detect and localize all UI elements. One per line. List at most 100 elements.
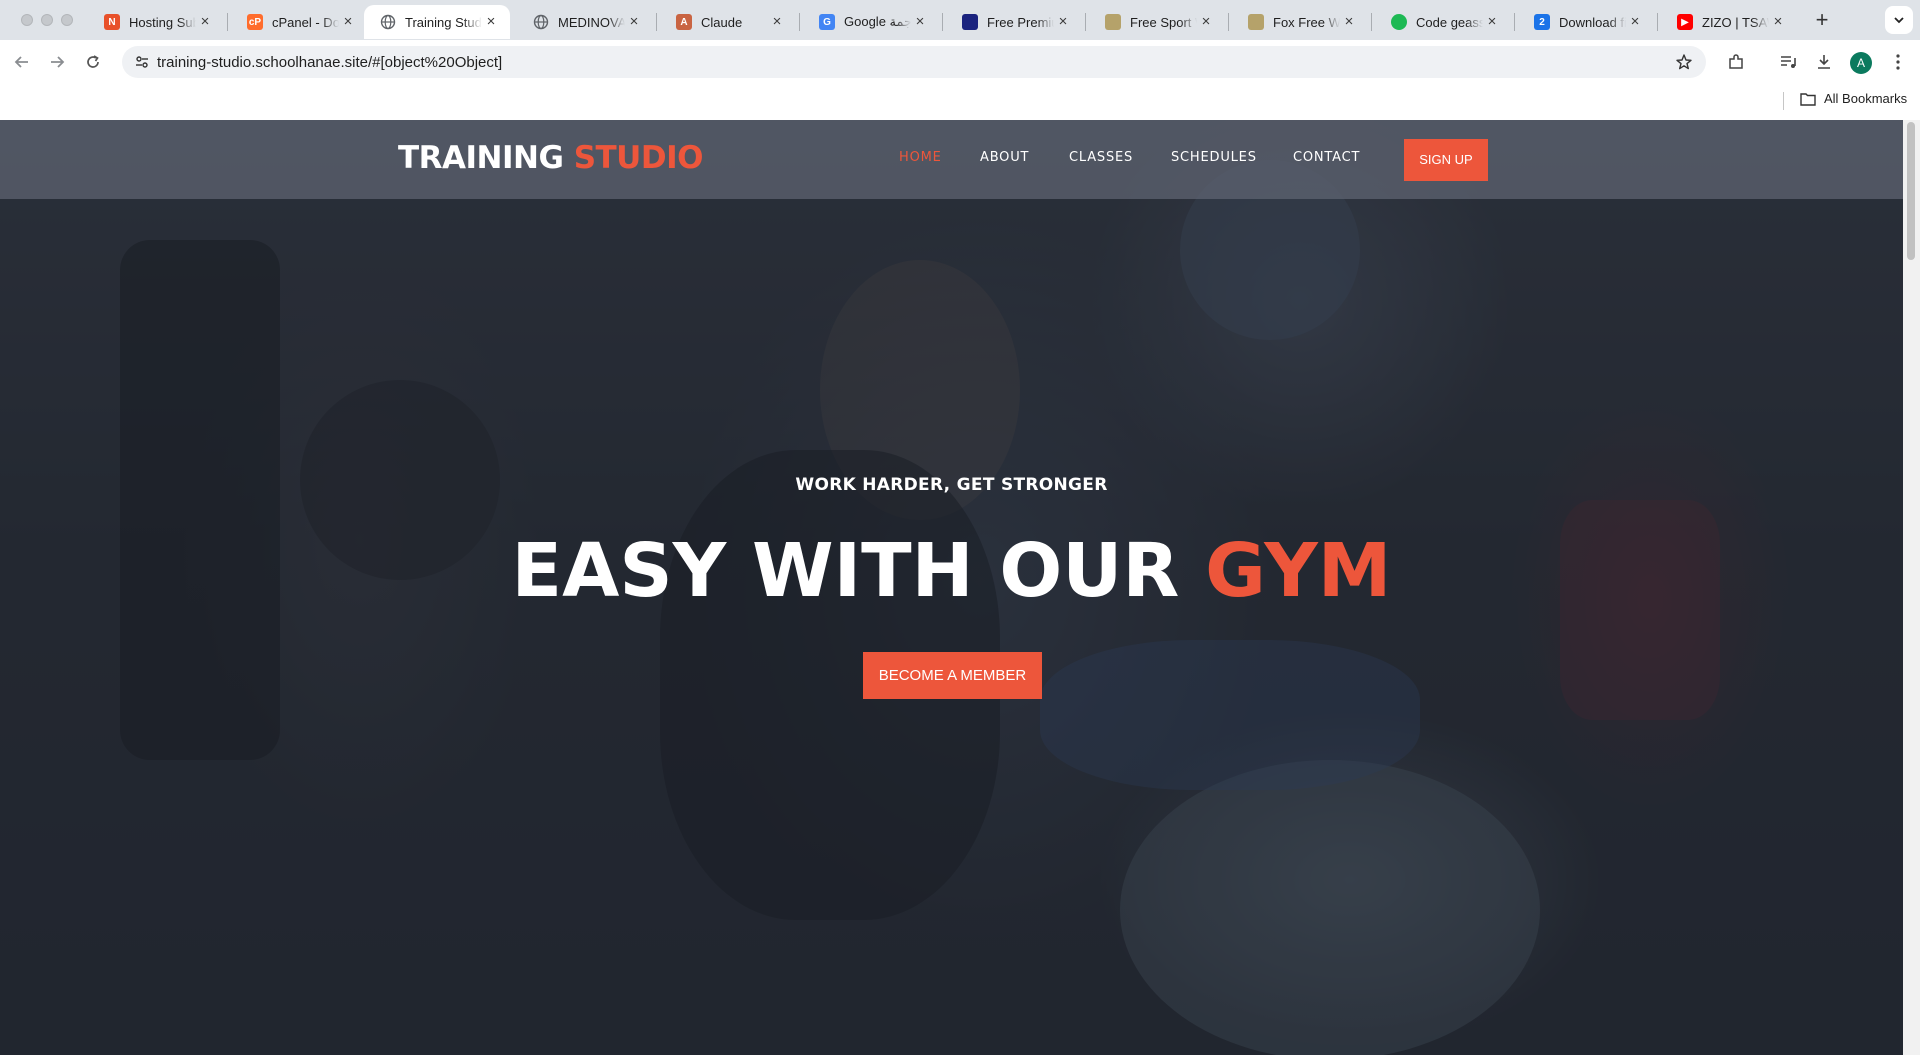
reload-icon bbox=[87, 55, 99, 68]
tab-title: Fox Free Web bbox=[1273, 14, 1340, 30]
close-tab-icon[interactable]: × bbox=[1054, 13, 1072, 31]
spotify-icon bbox=[1391, 14, 1407, 30]
close-window-button[interactable] bbox=[21, 14, 33, 26]
close-tab-icon[interactable]: × bbox=[1197, 13, 1215, 31]
tab-divider bbox=[1514, 13, 1515, 31]
tab-title: MEDINOVA - bbox=[558, 14, 625, 30]
web-page: TRAINING STUDIO HOME ABOUT CLASSES SCHED… bbox=[0, 120, 1903, 1055]
sport-icon bbox=[1105, 14, 1121, 30]
arrow-left-icon bbox=[14, 56, 28, 68]
close-tab-icon[interactable]: × bbox=[1483, 13, 1501, 31]
chevron-down-icon bbox=[1894, 17, 1904, 24]
browser-menu-icon[interactable] bbox=[1886, 50, 1910, 74]
translate-icon: G bbox=[819, 14, 835, 30]
bookmark-star-icon[interactable] bbox=[1674, 52, 1694, 72]
tab-title: cPanel - Dom bbox=[272, 14, 339, 30]
premium-icon bbox=[962, 14, 978, 30]
downloads-icon[interactable] bbox=[1812, 50, 1836, 74]
close-tab-icon[interactable]: × bbox=[482, 13, 500, 31]
close-tab-icon[interactable]: × bbox=[196, 13, 214, 31]
browser-tab[interactable]: Free Premium× bbox=[946, 5, 1082, 39]
youtube-icon: ▶ bbox=[1677, 14, 1693, 30]
browser-tab[interactable]: Training Stud × bbox=[364, 5, 510, 39]
close-tab-icon[interactable]: × bbox=[339, 13, 357, 31]
fox-icon bbox=[1248, 14, 1264, 30]
download-site-icon: 2 bbox=[1534, 14, 1550, 30]
tab-title: Code geass bbox=[1416, 14, 1483, 30]
nav-schedules[interactable]: SCHEDULES bbox=[1171, 150, 1257, 165]
close-tab-icon[interactable]: × bbox=[911, 13, 929, 31]
browser-tab[interactable]: A Claude × bbox=[660, 5, 796, 39]
hosting-icon: N bbox=[104, 14, 120, 30]
browser-tab[interactable]: cP cPanel - Dom× bbox=[231, 5, 367, 39]
tab-divider bbox=[1371, 13, 1372, 31]
close-tab-icon[interactable]: × bbox=[625, 13, 643, 31]
globe-icon bbox=[380, 14, 396, 30]
tab-title: Free Sport W bbox=[1130, 14, 1197, 30]
minimize-window-button[interactable] bbox=[41, 14, 53, 26]
tab-title: Download fil bbox=[1559, 14, 1626, 30]
extensions-icon[interactable] bbox=[1724, 50, 1748, 74]
browser-tab[interactable]: N Hosting Subs× bbox=[88, 5, 224, 39]
become-member-button[interactable]: BECOME A MEMBER bbox=[863, 652, 1042, 699]
close-tab-icon[interactable]: × bbox=[1340, 13, 1358, 31]
hero-title-accent: GYM bbox=[1205, 528, 1392, 614]
all-bookmarks-button[interactable]: All Bookmarks bbox=[1800, 91, 1907, 106]
hero-subtitle: WORK HARDER, GET STRONGER bbox=[795, 475, 1108, 495]
back-button[interactable] bbox=[10, 50, 34, 74]
site-logo[interactable]: TRAINING STUDIO bbox=[398, 140, 703, 176]
site-info-icon[interactable] bbox=[132, 52, 152, 72]
tab-title: Free Premium bbox=[987, 14, 1054, 30]
nav-home[interactable]: HOME bbox=[899, 150, 942, 165]
tab-divider bbox=[799, 13, 800, 31]
profile-avatar[interactable]: A bbox=[1850, 52, 1872, 74]
browser-tab[interactable]: 2 Download fil × bbox=[1518, 5, 1654, 39]
tab-title: Claude bbox=[701, 14, 743, 30]
close-tab-icon[interactable]: × bbox=[768, 13, 786, 31]
tab-title: Hosting Subs bbox=[129, 14, 196, 30]
browser-toolbar: training-studio.schoolhanae.site/#[objec… bbox=[0, 40, 1920, 84]
logo-text: TRAINING bbox=[398, 140, 574, 176]
tab-divider bbox=[1657, 13, 1658, 31]
browser-tab[interactable]: ▶ ZIZO | TSAW× bbox=[1661, 5, 1797, 39]
scrollbar-thumb[interactable] bbox=[1907, 122, 1915, 260]
address-bar[interactable]: training-studio.schoolhanae.site/#[objec… bbox=[122, 46, 1706, 78]
page-scrollbar[interactable] bbox=[1903, 120, 1920, 1055]
hero-title-text: EASY WITH OUR bbox=[511, 528, 1206, 614]
nav-about[interactable]: ABOUT bbox=[980, 150, 1029, 165]
cpanel-icon: cP bbox=[247, 14, 263, 30]
tab-search-button[interactable] bbox=[1885, 6, 1913, 34]
tab-divider bbox=[1085, 13, 1086, 31]
browser-tab[interactable]: Free Sport W× bbox=[1089, 5, 1225, 39]
tab-divider bbox=[227, 13, 228, 31]
tab-divider bbox=[1228, 13, 1229, 31]
browser-tab[interactable]: Code geass × bbox=[1375, 5, 1511, 39]
all-bookmarks-label: All Bookmarks bbox=[1824, 91, 1908, 106]
tab-title: ZIZO | TSAW bbox=[1702, 14, 1769, 30]
sign-up-button[interactable]: SIGN UP bbox=[1404, 139, 1488, 181]
close-tab-icon[interactable]: × bbox=[1626, 13, 1644, 31]
url-text[interactable]: training-studio.schoolhanae.site/#[objec… bbox=[157, 54, 502, 71]
claude-icon: A bbox=[676, 14, 692, 30]
globe-icon bbox=[533, 14, 549, 30]
tab-divider bbox=[942, 13, 943, 31]
reload-button[interactable] bbox=[81, 50, 105, 74]
tab-title: Google ترجمة bbox=[844, 14, 911, 29]
tab-strip: NHosting Subs×cPcPanel - Dom×Training St… bbox=[0, 0, 1920, 40]
bookmarks-bar: All Bookmarks bbox=[0, 84, 1920, 120]
nav-contact[interactable]: CONTACT bbox=[1293, 150, 1360, 165]
tab-title: Training Stud bbox=[405, 14, 482, 30]
browser-tab[interactable]: MEDINOVA - × bbox=[517, 5, 653, 39]
site-header: TRAINING STUDIO HOME ABOUT CLASSES SCHED… bbox=[0, 120, 1903, 199]
browser-tab[interactable]: Fox Free Web× bbox=[1232, 5, 1368, 39]
forward-button[interactable] bbox=[45, 50, 69, 74]
browser-tab[interactable]: G Google ترجمة× bbox=[803, 5, 939, 39]
media-controls-icon[interactable] bbox=[1776, 50, 1800, 74]
arrow-right-icon bbox=[51, 56, 65, 68]
maximize-window-button[interactable] bbox=[61, 14, 73, 26]
new-tab-button[interactable]: + bbox=[1808, 8, 1836, 32]
nav-classes[interactable]: CLASSES bbox=[1069, 150, 1133, 165]
close-tab-icon[interactable]: × bbox=[1769, 13, 1787, 31]
folder-icon bbox=[1800, 92, 1816, 106]
bookmarks-divider bbox=[1783, 92, 1784, 110]
